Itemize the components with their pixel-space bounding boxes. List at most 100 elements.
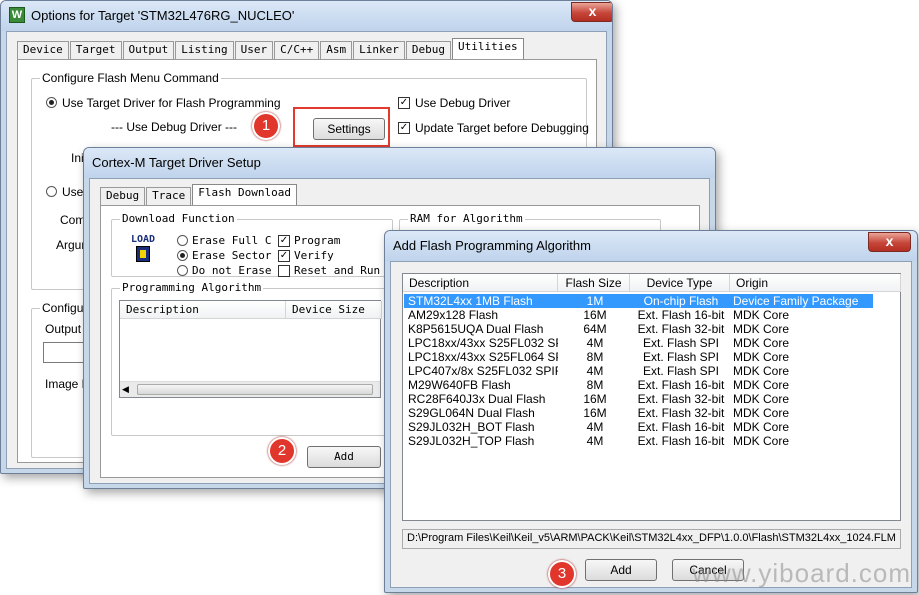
add-algorithm-button[interactable]: Add xyxy=(307,446,381,468)
do-not-erase-label: Do not Erase xyxy=(192,264,272,277)
algorithm-cell: STM32L4xx 1MB Flash xyxy=(408,294,533,308)
algorithm-path-text: D:\Program Files\Keil\Keil_v5\ARM\PACK\K… xyxy=(407,532,896,544)
algorithm-row[interactable]: STM32L4xx 1MB Flash 1M On-chip Flash Device… xyxy=(404,294,873,308)
tab-c-cpp[interactable]: C/C++ xyxy=(274,41,320,59)
options-close-icon[interactable]: x xyxy=(571,2,612,22)
tab-user[interactable]: User xyxy=(234,41,274,59)
algorithm-list[interactable]: Description Flash Size Device Type Origi… xyxy=(402,273,901,521)
cortex-titlebar[interactable]: Cortex-M Target Driver Setup xyxy=(84,148,715,178)
tab-output[interactable]: Output xyxy=(122,41,175,59)
algorithm-row[interactable]: S29JL032H_BOT Flash 4M Ext. Flash 16-bit MD… xyxy=(404,420,873,434)
algorithm-row[interactable]: RC28F640J3x Dual Flash 16M Ext. Flash 32-b… xyxy=(404,392,873,406)
col-device-type[interactable]: Device Type xyxy=(630,274,730,292)
verify-checkbox[interactable]: ✓ xyxy=(278,250,290,262)
algorithm-row[interactable]: M29W640FB Flash 8M Ext. Flash 16-bit MDK Co… xyxy=(404,378,873,392)
algorithm-row[interactable]: LPC18xx/43xx S25FL032 SP... 4M Ext. Flash … xyxy=(404,336,873,350)
step-badge-2: 2 xyxy=(268,437,296,465)
reset-and-run-checkbox[interactable] xyxy=(278,265,290,277)
algorithm-cell: Ext. Flash SPI xyxy=(642,336,720,350)
algorithm-cell: MDK Core xyxy=(733,434,790,448)
tab-debug[interactable]: Debug xyxy=(405,41,451,59)
algorithm-cell: Ext. Flash SPI xyxy=(642,350,720,364)
scroll-left-icon[interactable]: ◀ xyxy=(122,384,129,395)
algorithm-cell: MDK Core xyxy=(733,322,790,336)
tab-device[interactable]: Device xyxy=(17,41,69,59)
erase-full-chip-label: Erase Full C xyxy=(192,234,272,247)
program-checkbox[interactable]: ✓ xyxy=(278,235,290,247)
erase-full-chip-radio[interactable] xyxy=(177,235,188,246)
algorithm-cell: MDK Core xyxy=(733,350,790,364)
algorithm-cell: Ext. Flash 16-bit xyxy=(637,378,725,392)
tab-utilities[interactable]: Utilities xyxy=(451,38,524,59)
algorithm-cell: LPC407x/8x S25FL032 SPIFI xyxy=(408,364,558,378)
tab-cortex-debug[interactable]: Debug xyxy=(100,187,146,205)
col-description[interactable]: Description xyxy=(403,274,558,292)
algorithm-cell: 1M xyxy=(586,294,604,308)
algorithm-row[interactable]: S29GL064N Dual Flash 16M Ext. Flash 32-bit… xyxy=(404,406,873,420)
algorithm-cell: 8M xyxy=(586,350,604,364)
algorithm-cell: 8M xyxy=(586,378,604,392)
download-function-label: Download Function xyxy=(120,212,237,225)
tab-target[interactable]: Target xyxy=(69,41,122,59)
add-algo-client: Description Flash Size Device Type Origi… xyxy=(390,261,912,588)
algorithm-cell: Ext. Flash 32-bit xyxy=(637,322,725,336)
algorithm-cell: LPC18xx/43xx S25FL064 SP... xyxy=(408,350,558,364)
update-target-checkbox[interactable]: ✓ xyxy=(398,122,410,134)
col-device-size-header[interactable]: Device Size xyxy=(286,301,382,319)
add-button[interactable]: Add xyxy=(585,559,657,581)
algorithm-row[interactable]: S29JL032H_TOP Flash 4M Ext. Flash 16-bit MD… xyxy=(404,434,873,448)
algorithm-cell: On-chip Flash xyxy=(643,294,719,308)
load-icon: LOAD xyxy=(127,234,159,264)
algorithm-cell: Ext. Flash 32-bit xyxy=(637,392,725,406)
use-debug-driver-checkbox[interactable]: ✓ xyxy=(398,97,410,109)
algorithm-cell: 4M xyxy=(586,364,604,378)
algorithm-row[interactable]: AM29x128 Flash 16M Ext. Flash 16-bit MDK Co… xyxy=(404,308,873,322)
algorithm-cell: S29JL032H_TOP Flash xyxy=(408,434,535,448)
algorithm-row[interactable]: K8P5615UQA Dual Flash 64M Ext. Flash 32-bi… xyxy=(404,322,873,336)
tab-linker[interactable]: Linker xyxy=(353,41,405,59)
options-title: Options for Target 'STM32L476RG_NUCLEO' xyxy=(31,8,295,23)
algorithm-row[interactable]: LPC18xx/43xx S25FL064 SP... 8M Ext. Flash … xyxy=(404,350,873,364)
algorithm-cell: LPC18xx/43xx S25FL032 SP... xyxy=(408,336,558,350)
verify-label: Verify xyxy=(294,249,334,262)
algorithm-cell: K8P5615UQA Dual Flash xyxy=(408,322,544,336)
programming-algorithm-label: Programming Algorithm xyxy=(120,281,264,294)
col-description-header[interactable]: Description xyxy=(120,301,286,319)
algorithm-cell: 16M xyxy=(583,392,607,406)
use-debug-driver-label: Use Debug Driver xyxy=(415,96,511,110)
algorithm-cell: 4M xyxy=(586,336,604,350)
tab-cortex-trace[interactable]: Trace xyxy=(146,187,192,205)
algorithm-cell: Ext. Flash 16-bit xyxy=(637,420,725,434)
horizontal-scrollbar[interactable]: ◀ xyxy=(120,381,380,397)
use-target-driver-radio[interactable] xyxy=(46,97,57,108)
algorithm-cell: MDK Core xyxy=(733,420,790,434)
use-external-tool-radio[interactable] xyxy=(46,186,57,197)
program-label: Program xyxy=(294,234,341,247)
use-external-tool-label: Use xyxy=(62,185,84,199)
erase-sector-radio[interactable] xyxy=(177,250,188,261)
programming-algorithm-list[interactable]: Description Device Size ◀ xyxy=(119,300,382,398)
do-not-erase-radio[interactable] xyxy=(177,265,188,276)
add-algo-titlebar[interactable]: Add Flash Programming Algorithm x xyxy=(385,231,917,261)
scroll-thumb[interactable] xyxy=(137,384,373,395)
algorithm-cell: 4M xyxy=(586,420,604,434)
update-target-label: Update Target before Debugging xyxy=(415,121,589,135)
step-badge-3: 3 xyxy=(548,560,576,588)
algorithm-row[interactable]: LPC407x/8x S25FL032 SPIFI 4M Ext. Flash SP… xyxy=(404,364,873,378)
options-tabs: Device Target Output Listing User C/C++ … xyxy=(17,38,525,59)
reset-and-run-label: Reset and Run xyxy=(294,264,381,277)
algorithm-cell: Ext. Flash SPI xyxy=(642,364,720,378)
tab-flash-download[interactable]: Flash Download xyxy=(192,184,297,205)
col-origin[interactable]: Origin xyxy=(730,274,901,292)
algorithm-cell: Ext. Flash 16-bit xyxy=(637,308,725,322)
algorithm-cell: MDK Core xyxy=(733,308,790,322)
tab-asm[interactable]: Asm xyxy=(320,41,353,59)
add-algo-close-icon[interactable]: x xyxy=(868,232,911,252)
add-flash-algorithm-window: Add Flash Programming Algorithm x Descri… xyxy=(384,230,918,593)
tab-listing[interactable]: Listing xyxy=(175,41,234,59)
settings-highlight-box xyxy=(293,107,390,147)
options-titlebar[interactable]: W Options for Target 'STM32L476RG_NUCLEO… xyxy=(1,1,612,31)
flash-menu-group-label: Configure Flash Menu Command xyxy=(40,71,221,85)
algorithm-cell: MDK Core xyxy=(733,336,790,350)
col-flash-size[interactable]: Flash Size xyxy=(558,274,630,292)
